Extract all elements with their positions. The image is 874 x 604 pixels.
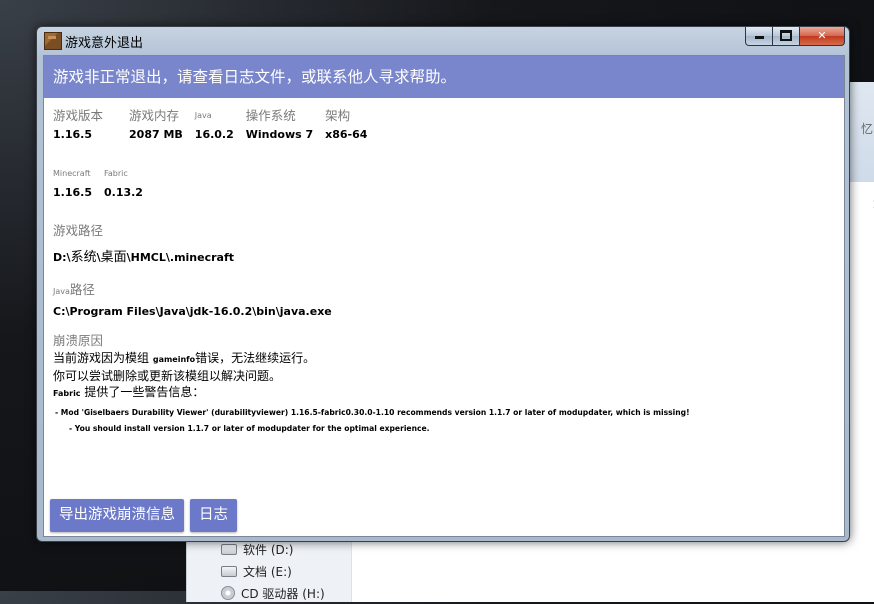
java-label: Java bbox=[194, 111, 212, 120]
nav-item-label: 软件 (D:) bbox=[243, 542, 294, 557]
nav-item-label: 文档 (E:) bbox=[243, 564, 292, 579]
fabric-label: Fabric bbox=[103, 169, 128, 178]
minecraft-label: Minecraft bbox=[53, 169, 91, 178]
memory-label: 游戏内存 bbox=[129, 108, 180, 123]
drive-icon bbox=[221, 565, 237, 577]
nav-item-drive-e[interactable]: 文档 (E:) bbox=[221, 560, 325, 582]
memory-field: 游戏内存 2087 MB bbox=[129, 106, 183, 144]
arch-value: x86-64 bbox=[325, 128, 368, 141]
minecraft-field: Minecraft 1.16.5 bbox=[53, 164, 92, 202]
nav-item-cd-drive[interactable]: CD 驱动器 (H:) bbox=[221, 582, 325, 604]
explorer-nav-tree: 软件 (D:) 文档 (E:) CD 驱动器 (H:) bbox=[221, 538, 325, 604]
crash-line1-start: 当前游戏因为模组 bbox=[53, 351, 150, 365]
crash-reason-section: 崩溃原因 当前游戏因为模组 gameinfo错误，无法继续运行。 你可以尝试删除… bbox=[53, 332, 835, 433]
drive-icon bbox=[221, 543, 237, 555]
crash-reason-line1: 当前游戏因为模组 gameinfo错误，无法继续运行。 bbox=[53, 350, 835, 368]
title-bar[interactable]: 游戏意外退出 ✕ bbox=[37, 27, 849, 55]
caption-buttons: ✕ bbox=[745, 27, 845, 46]
minecraft-block-icon bbox=[44, 32, 62, 50]
warning-intro: 提供了一些警告信息： bbox=[84, 385, 205, 399]
os-label: 操作系统 bbox=[245, 108, 296, 123]
memory-value: 2087 MB bbox=[129, 128, 183, 141]
explorer-search-hint: 忆 bbox=[860, 122, 873, 136]
system-info-row: 游戏版本 1.16.5 游戏内存 2087 MB Java 16.0.2 操作系… bbox=[53, 106, 835, 144]
maximize-button[interactable] bbox=[773, 27, 800, 46]
java-path-section: Java路径 C:\Program Files\Java\jdk-16.0.2\… bbox=[53, 281, 835, 318]
crash-reason-line2: 你可以尝试删除或更新该模组以解决问题。 bbox=[53, 369, 282, 383]
java-path-label: Java路径 bbox=[53, 281, 835, 299]
os-value: Windows 7 bbox=[245, 128, 314, 141]
minimize-button[interactable] bbox=[745, 27, 773, 46]
cd-icon bbox=[221, 586, 235, 600]
action-bar: 导出游戏崩溃信息 日志 bbox=[50, 499, 237, 532]
close-button[interactable]: ✕ bbox=[800, 27, 845, 46]
os-field: 操作系统 Windows 7 bbox=[246, 106, 313, 144]
java-path-value: C:\Program Files\Java\jdk-16.0.2\bin\jav… bbox=[53, 305, 332, 318]
game-version-field: 游戏版本 1.16.5 bbox=[53, 106, 103, 144]
game-path-label: 游戏路径 bbox=[53, 223, 104, 238]
crash-details: 游戏版本 1.16.5 游戏内存 2087 MB Java 16.0.2 操作系… bbox=[44, 98, 844, 433]
fabric-version-value: 0.13.2 bbox=[103, 186, 143, 199]
game-path-section: 游戏路径 D:\系统\桌面\HMCL\.minecraft bbox=[53, 222, 835, 265]
game-path-drive: D:\ bbox=[53, 251, 71, 264]
java-version-value: 16.0.2 bbox=[194, 128, 234, 141]
minimize-icon bbox=[754, 36, 764, 39]
game-path-rest: \HMCL\.minecraft bbox=[126, 251, 235, 264]
crash-mod-name: gameinfo bbox=[152, 355, 196, 364]
game-version-label: 游戏版本 bbox=[53, 108, 104, 123]
crash-dialog-window: 游戏意外退出 ✕ 游戏非正常退出，请查看日志文件，或联系他人寻求帮助。 游戏版本… bbox=[36, 26, 850, 542]
window-title: 游戏意外退出 bbox=[65, 36, 144, 51]
java-path-label-suffix: 路径 bbox=[69, 282, 95, 297]
java-field: Java 16.0.2 bbox=[195, 106, 234, 144]
export-crash-info-button[interactable]: 导出游戏崩溃信息 bbox=[50, 499, 184, 532]
game-path-seg2: 桌面 bbox=[100, 250, 127, 265]
minecraft-version-value: 1.16.5 bbox=[53, 186, 92, 199]
close-icon: ✕ bbox=[817, 29, 827, 42]
arch-label: 架构 bbox=[325, 108, 351, 123]
warning-line-2: - You should install version 1.1.7 or la… bbox=[69, 424, 430, 433]
crash-reason-label: 崩溃原因 bbox=[53, 333, 104, 348]
logs-button[interactable]: 日志 bbox=[190, 499, 237, 532]
warning-line-1: - Mod 'Giselbaers Durability Viewer' (du… bbox=[55, 408, 690, 417]
nav-item-label: CD 驱动器 (H:) bbox=[241, 586, 325, 601]
java-path-label-prefix: Java bbox=[53, 287, 70, 296]
game-path-value: D:\系统\桌面\HMCL\.minecraft bbox=[53, 246, 835, 265]
crash-reason-line3: Fabric 提供了一些警告信息： bbox=[53, 384, 835, 402]
fabric-prefix: Fabric bbox=[53, 389, 81, 398]
fabric-field: Fabric 0.13.2 bbox=[104, 164, 143, 202]
crash-line1-end: 错误，无法继续运行。 bbox=[195, 351, 316, 365]
error-banner: 游戏非正常退出，请查看日志文件，或联系他人寻求帮助。 bbox=[44, 56, 844, 98]
game-version-value: 1.16.5 bbox=[53, 128, 92, 141]
game-path-seg1: 系统 bbox=[70, 250, 97, 265]
maximize-icon bbox=[780, 30, 792, 41]
arch-field: 架构 x86-64 bbox=[325, 106, 367, 144]
mod-loader-row: Minecraft 1.16.5 Fabric 0.13.2 bbox=[53, 164, 835, 202]
dialog-client-area: 游戏非正常退出，请查看日志文件，或联系他人寻求帮助。 游戏版本 1.16.5 游… bbox=[43, 55, 845, 537]
